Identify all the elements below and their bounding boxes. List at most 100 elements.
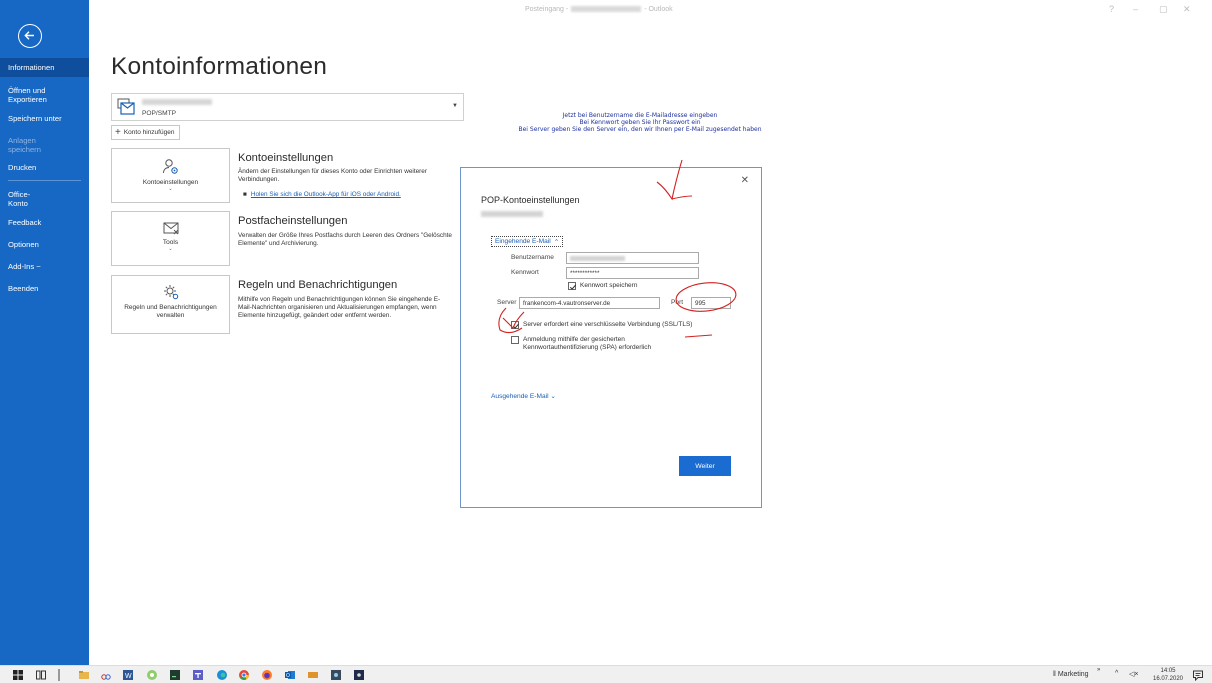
title-bar: Posteingang -- Outlook ? – ▢ ✕ [89,0,1212,20]
windows-start-icon[interactable] [12,669,24,681]
close-icon[interactable]: ✕ [741,175,749,186]
password-field[interactable]: ************ [566,267,699,279]
nav-item-save-as[interactable]: Speichern unter [0,112,89,125]
nav-item-options[interactable]: Optionen [0,238,89,251]
next-button[interactable]: Weiter [679,456,731,476]
snip-tool-icon[interactable] [100,669,112,681]
chevron-down-icon: ⌄ [168,186,173,192]
rules-tile[interactable]: Regeln und Benachrichtigungen verwalten [111,275,230,334]
file-explorer-icon[interactable] [78,669,90,681]
window-title: Posteingang -- Outlook [525,6,673,13]
close-button[interactable]: ✕ [1183,4,1191,15]
server-label: Server [497,299,517,306]
tile-label: Regeln und Benachrichtigungen verwalten [124,304,217,319]
notification-icon[interactable] [1192,669,1204,681]
username-field[interactable] [566,252,699,264]
outlook-window: Informationen Öffnen und Exportieren Spe… [0,0,1212,683]
pop-account-settings-dialog: ✕ POP-Kontoeinstellungen Eingehende E-Ma… [460,167,762,508]
maximize-button[interactable]: ▢ [1159,4,1168,15]
rules-gear-icon [163,285,178,300]
dialog-title: POP-Kontoeinstellungen [481,195,580,205]
clock[interactable]: 14:05 16.07.2020 [1152,667,1184,683]
save-password-checkbox[interactable] [568,282,577,290]
ssl-checkbox[interactable] [511,321,520,329]
nav-item-exit[interactable]: Beenden [0,282,89,295]
teams-icon[interactable] [192,669,204,681]
minimize-button[interactable]: – [1133,4,1138,14]
person-gear-icon [162,159,178,174]
firefox-icon[interactable] [261,669,273,681]
backstage-sidebar: Informationen Öffnen und Exportieren Spe… [0,0,89,665]
add-account-button[interactable]: + Konto hinzufügen [111,125,181,140]
account-type: POP/SMTP [142,110,177,117]
app-navy-icon[interactable] [353,669,365,681]
chevron-down-icon: ⌄ [550,393,556,400]
task-view-icon[interactable] [35,669,47,681]
tile-label: Kontoeinstellungen [142,179,199,186]
save-password-label: Kennwort speichern [580,282,638,289]
port-label: Port [671,299,684,306]
app-orange-icon[interactable] [307,669,319,681]
redacted-email [481,211,543,217]
outlook-icon[interactable]: O [284,669,296,681]
back-button[interactable] [18,24,42,48]
backstage-nav: Informationen Öffnen und Exportieren Spe… [0,58,89,295]
nav-item-informationen[interactable]: Informationen [0,58,89,77]
tools-tile[interactable]: Tools ⌄ [111,211,230,266]
chevron-up-icon: ⌃ [553,238,560,246]
mail-tools-icon [163,222,178,235]
account-settings-heading: Kontoeinstellungen [238,152,334,164]
overflow-icon[interactable]: » [1097,667,1100,673]
outlook-app-link[interactable]: ■ Holen Sie sich die Outlook-App für iOS … [243,191,401,198]
port-field[interactable]: 995 [691,297,731,309]
svg-text:O: O [286,673,290,679]
nav-item-feedback[interactable]: Feedback [0,216,89,229]
mailbox-settings-heading: Postfacheinstellungen [238,215,348,227]
check-icon [569,284,577,290]
toolbar-marketing[interactable]: ‖ Marketing [1053,671,1089,678]
page-title: Kontoinformationen [111,53,328,80]
rules-heading: Regeln und Benachrichtigungen [238,279,398,291]
bullet-icon: ■ [243,191,247,198]
redacted-email [142,99,212,105]
word-icon[interactable]: W [122,669,134,681]
outgoing-mail-toggle[interactable]: Ausgehende E-Mail ⌄ [491,392,556,400]
password-label: Kennwort [511,269,539,276]
account-settings-tile[interactable]: Kontoeinstellungen ⌄ [111,148,230,203]
ssl-label: Server erfordert eine verschlüsselte Ver… [523,321,693,328]
incoming-mail-toggle[interactable]: Eingehende E-Mail ⌃ [491,236,564,247]
nav-item-open-export[interactable]: Öffnen und Exportieren [0,85,70,105]
volume-muted-icon[interactable]: ◁× [1129,670,1138,678]
nav-item-save-attachments: Anlagen speichern [8,136,41,154]
taskbar: W O ‖ Marketing » ^ ◁× 14:05 16.07.2020 [0,665,1212,683]
taskbar-divider [58,669,60,681]
nav-item-print[interactable]: Drucken [0,161,89,174]
arrow-left-icon [24,31,34,40]
nav-divider [8,180,81,181]
instruction-annotation: Jetzt bei Benutzername die E-Mailadresse… [518,112,762,134]
plus-icon: + [115,126,121,138]
svg-text:W: W [125,673,132,680]
chrome-like-icon[interactable] [146,669,158,681]
rules-desc: Mithilfe von Regeln und Benachrichtigung… [238,296,441,320]
redacted-username [570,255,625,261]
chrome-icon[interactable] [238,669,250,681]
edge-icon[interactable] [216,669,228,681]
chevron-down-icon: ▼ [452,103,458,109]
mailbox-settings-desc: Verwalten der Größe Ihres Postfachs durc… [238,232,452,248]
account-selector[interactable]: POP/SMTP ▼ [111,93,464,121]
app-dark-icon[interactable] [330,669,342,681]
spa-label: Anmeldung mithilfe der gesicherten Kennw… [523,336,652,351]
server-field[interactable]: frankencom-4.vautronserver.de [519,297,660,309]
chevron-down-icon: ⌄ [168,246,173,252]
nav-item-office-account[interactable]: Office-Konto [0,189,50,209]
tray-chevron-icon[interactable]: ^ [1115,670,1118,677]
terminal-icon[interactable] [169,669,181,681]
spa-checkbox[interactable] [511,336,519,344]
help-button[interactable]: ? [1109,4,1114,14]
mailbox-icon [117,98,135,115]
username-label: Benutzername [511,254,554,261]
account-settings-desc: Ändern der Einstellungen für dieses Kont… [238,168,427,184]
tile-label: Tools [162,239,179,246]
nav-item-add-ins[interactable]: Add-Ins ~ [0,260,89,273]
